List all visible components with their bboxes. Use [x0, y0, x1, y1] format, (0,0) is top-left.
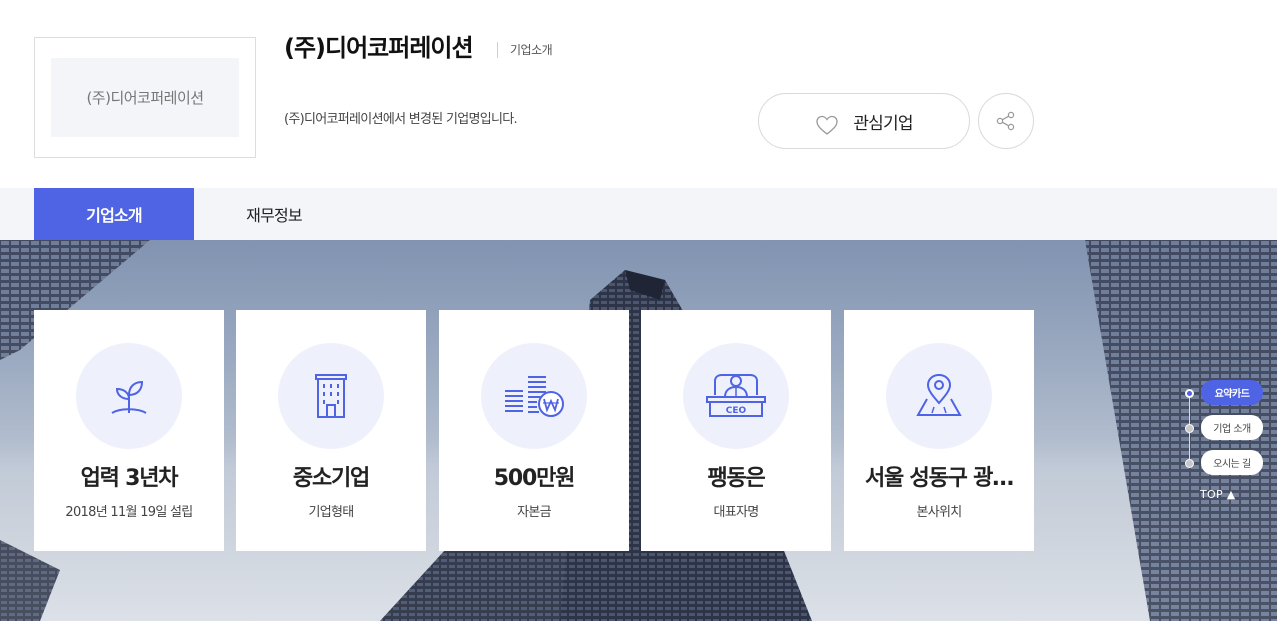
- summary-card-location: 서울 성동구 광… 본사위치: [844, 310, 1034, 551]
- location-value: 서울 성동구 광…: [865, 466, 1014, 491]
- money-won-icon: [505, 376, 564, 417]
- ceo-icon: CEO: [706, 374, 766, 417]
- capital-value: 500만원: [493, 466, 576, 491]
- tab-bar: 기업소개 재무정보: [0, 188, 1277, 240]
- icon-circle: [76, 343, 182, 449]
- summary-card-history: 업력 3년차 2018년 11월 19일 설립: [34, 310, 224, 551]
- company-type-label: 기업형태: [308, 505, 354, 520]
- scroll-top-label: TOP: [1200, 488, 1223, 501]
- icon-circle: CEO: [683, 343, 789, 449]
- quick-nav-dot-summary[interactable]: [1185, 389, 1194, 398]
- summary-card-capital: 500만원 자본금: [439, 310, 629, 551]
- caret-up-icon: ▲: [1226, 488, 1236, 501]
- company-name: (주)디어코퍼레이션: [284, 34, 474, 62]
- icon-circle: [278, 343, 384, 449]
- location-label: 본사위치: [916, 505, 962, 520]
- company-description: (주)디어코퍼레이션에서 변경된 기업명입니다.: [284, 112, 518, 127]
- quick-nav-dot-directions[interactable]: [1185, 459, 1194, 468]
- founded-years-value: 업력 3년차: [80, 466, 179, 491]
- ceo-name-value: 팽동은: [707, 466, 765, 491]
- summary-card-ceo: CEO 팽동은 대표자명: [641, 310, 831, 551]
- icon-circle: [886, 343, 992, 449]
- tab-company-intro[interactable]: 기업소개: [34, 188, 194, 240]
- interest-company-button[interactable]: 관심기업: [758, 93, 970, 149]
- capital-label: 자본금: [517, 505, 551, 520]
- quick-nav: 요약카드 기업 소개 오시는 길 TOP ▲: [1180, 378, 1277, 508]
- company-logo-text: (주)디어코퍼레이션: [51, 58, 239, 137]
- title-divider: [497, 42, 498, 58]
- ceo-name-label: 대표자명: [713, 505, 759, 520]
- tab-financial-info[interactable]: 재무정보: [194, 188, 354, 240]
- company-type-value: 중소기업: [292, 466, 370, 491]
- scroll-top-button[interactable]: TOP ▲: [1200, 488, 1235, 501]
- heart-icon: [816, 115, 838, 135]
- location-pin-icon: [916, 373, 962, 416]
- interest-label: 관심기업: [853, 113, 913, 134]
- company-logo-box: (주)디어코퍼레이션: [34, 37, 256, 158]
- page-subtitle: 기업소개: [510, 43, 553, 57]
- summary-card-company-type: 중소기업 기업형태: [236, 310, 426, 551]
- summary-hero: 업력 3년차 2018년 11월 19일 설립 중소기업 기업형태 500만원 …: [0, 240, 1277, 621]
- quick-nav-dot-intro[interactable]: [1185, 424, 1194, 433]
- share-button[interactable]: [978, 93, 1034, 149]
- sprout-icon: [111, 380, 147, 414]
- quick-nav-directions[interactable]: 오시는 길: [1201, 450, 1263, 475]
- quick-nav-company-intro[interactable]: 기업 소개: [1201, 415, 1263, 440]
- share-icon: [996, 111, 1015, 131]
- founded-date-label: 2018년 11월 19일 설립: [65, 505, 193, 520]
- icon-circle: [481, 343, 587, 449]
- svg-text:CEO: CEO: [726, 406, 747, 416]
- quick-nav-summary-card[interactable]: 요약카드: [1201, 380, 1263, 405]
- building-icon: [315, 374, 347, 418]
